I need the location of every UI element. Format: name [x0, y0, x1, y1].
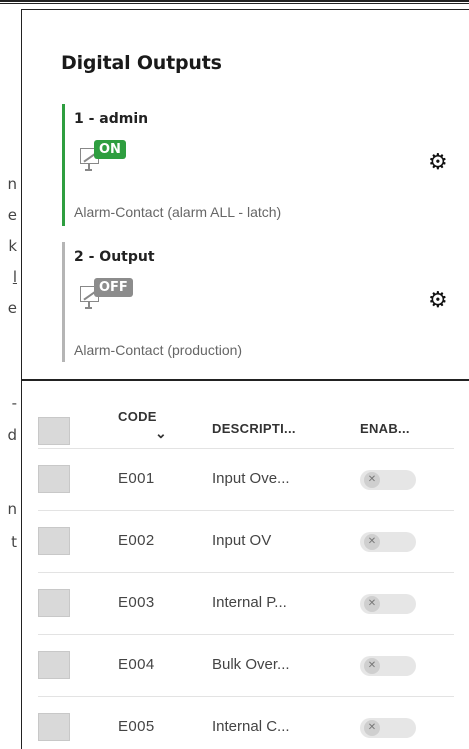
table-row[interactable]: E004 Bulk Over... ✕ — [22, 635, 469, 697]
output-item-2[interactable]: 2 - Output OFF Alarm-Contact (production… — [62, 242, 362, 362]
bg-fragment: e — [7, 299, 17, 317]
bg-fragment: k — [8, 237, 17, 255]
bg-link-fragment[interactable]: l — [13, 268, 17, 286]
x-icon: ✕ — [364, 720, 380, 736]
row-checkbox[interactable] — [38, 465, 70, 493]
gear-icon[interactable]: ⚙ — [428, 289, 448, 311]
bg-fragment: d — [7, 426, 17, 444]
row-checkbox[interactable] — [38, 713, 70, 741]
table-row[interactable]: E003 Internal P... ✕ — [22, 573, 469, 635]
x-icon: ✕ — [364, 658, 380, 674]
select-all-checkbox[interactable] — [38, 417, 70, 445]
cell-code: E002 — [118, 532, 155, 549]
row-checkbox[interactable] — [38, 589, 70, 617]
cell-description: Input OV — [212, 532, 272, 549]
bg-fragment: - — [11, 394, 17, 412]
alarm-codes-table: CODE ⌄ DESCRIPTI... ENAB... E001 Input O… — [21, 380, 469, 749]
cell-description: Bulk Over... — [212, 656, 290, 673]
gear-icon[interactable]: ⚙ — [428, 151, 448, 173]
cell-code: E004 — [118, 656, 155, 673]
enable-toggle[interactable]: ✕ — [360, 656, 416, 676]
column-header-description[interactable]: DESCRIPTI... — [212, 421, 296, 436]
enable-toggle[interactable]: ✕ — [360, 470, 416, 490]
output-description: Alarm-Contact (production) — [74, 342, 243, 358]
table-row[interactable]: E001 Input Ove... ✕ — [22, 449, 469, 511]
x-icon: ✕ — [364, 472, 380, 488]
output-description: Alarm-Contact (alarm ALL - latch) — [74, 204, 282, 220]
output-name: 2 - Output — [74, 249, 155, 265]
top-border-inner — [0, 3, 469, 4]
panel-title: Digital Outputs — [61, 52, 222, 74]
background-text-fragments: n e k l e - d n t — [0, 0, 20, 749]
output-name: 1 - admin — [74, 111, 149, 127]
table-header-row: CODE ⌄ DESCRIPTI... ENAB... — [22, 381, 469, 449]
cell-description: Internal C... — [212, 718, 290, 735]
cell-code: E003 — [118, 594, 155, 611]
relay-contact-icon: OFF — [80, 278, 140, 314]
bg-fragment: n — [7, 500, 17, 518]
cell-description: Input Ove... — [212, 470, 290, 487]
sort-chevron-down-icon[interactable]: ⌄ — [155, 425, 167, 442]
cell-code: E005 — [118, 718, 155, 735]
cell-description: Internal P... — [212, 594, 287, 611]
digital-outputs-panel: Digital Outputs 1 - admin ON Alarm-Conta… — [21, 9, 469, 380]
status-bar — [62, 104, 65, 226]
column-header-code[interactable]: CODE — [118, 409, 157, 424]
x-icon: ✕ — [364, 596, 380, 612]
enable-toggle[interactable]: ✕ — [360, 718, 416, 738]
column-header-enabled[interactable]: ENAB... — [360, 421, 410, 436]
state-badge: OFF — [94, 278, 133, 297]
status-bar — [62, 242, 65, 362]
bg-fragment: t — [11, 533, 17, 551]
top-border — [0, 0, 469, 2]
table-row[interactable]: E002 Input OV ✕ — [22, 511, 469, 573]
row-checkbox[interactable] — [38, 527, 70, 555]
x-icon: ✕ — [364, 534, 380, 550]
row-checkbox[interactable] — [38, 651, 70, 679]
bg-fragment: e — [7, 206, 17, 224]
cell-code: E001 — [118, 470, 155, 487]
output-item-1[interactable]: 1 - admin ON Alarm-Contact (alarm ALL - … — [62, 104, 362, 226]
bg-fragment: n — [7, 175, 17, 193]
relay-contact-icon: ON — [80, 140, 140, 176]
enable-toggle[interactable]: ✕ — [360, 594, 416, 614]
enable-toggle[interactable]: ✕ — [360, 532, 416, 552]
table-row[interactable]: E005 Internal C... ✕ — [22, 697, 469, 749]
state-badge: ON — [94, 140, 126, 159]
